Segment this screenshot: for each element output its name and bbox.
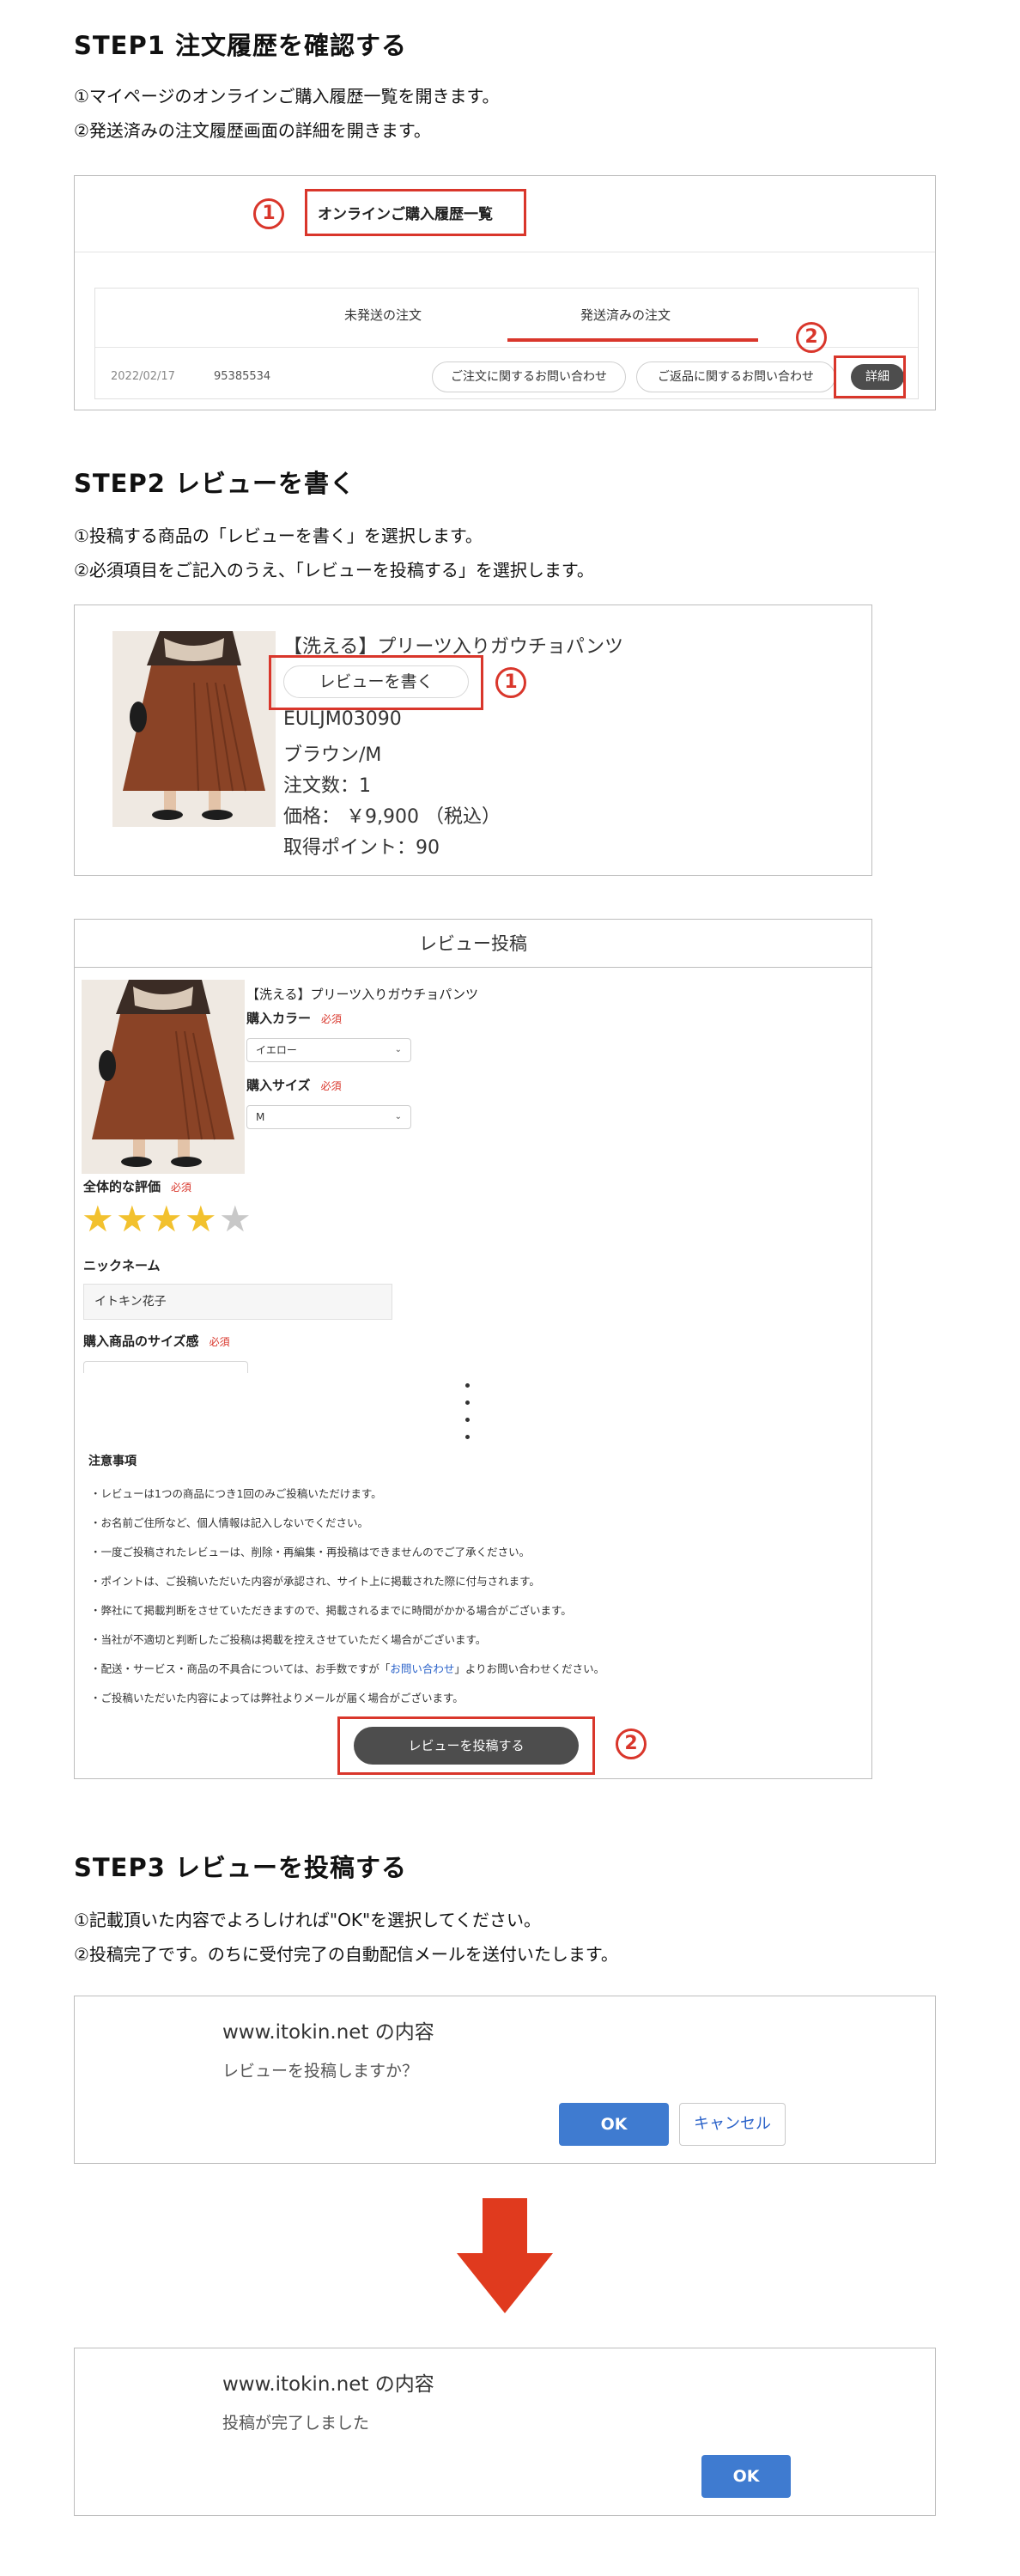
fit-select-cropped[interactable]: [83, 1361, 248, 1373]
notice-item: ・弊社にて掲載判断をさせていただきますので、掲載されるまでに時間がかかる場合がご…: [90, 1604, 572, 1617]
cancel-button[interactable]: キャンセル: [679, 2103, 786, 2146]
step2-heading: STEP2 レビューを書く: [74, 469, 356, 498]
rating-label-text: 全体的な評価: [83, 1179, 161, 1194]
highlight-submit-button: [337, 1716, 595, 1775]
notice-item-contact: ・配送・サービス・商品の不具合については、お手数ですが「お問い合わせ」よりお問い…: [90, 1660, 604, 1676]
history-title: オンラインご購入履歴一覧: [318, 206, 493, 223]
star-icon[interactable]: ★: [116, 1201, 149, 1237]
nickname-field-label: ニックネーム: [83, 1258, 161, 1273]
notice-item: ・ポイントは、ご投稿いただいた内容が承認され、サイト上に掲載された際に付与されま…: [90, 1575, 540, 1588]
product-price: 価格： ￥9,900 （税込）: [283, 806, 501, 828]
size-select[interactable]: M ⌄: [246, 1105, 411, 1129]
tab-shipped[interactable]: 発送済みの注文: [580, 306, 671, 324]
star-icon[interactable]: ★: [150, 1201, 183, 1237]
size-select-value: M: [256, 1111, 265, 1123]
rating-field-label: 全体的な評価 必須: [83, 1177, 191, 1195]
form-product-photo-illustration: [82, 980, 245, 1174]
product-points: 取得ポイント：90: [283, 837, 440, 859]
step1-heading: STEP1 注文履歴を確認する: [74, 31, 408, 60]
crop-edge: [75, 1375, 871, 1376]
order-list: 未発送の注文 発送済みの注文 2022/02/17 95385534 ご注文に関…: [94, 288, 919, 399]
active-tab-indicator: [507, 338, 758, 342]
ellipsis-dots-icon: [465, 1435, 470, 1439]
down-arrow-graphic: [457, 2198, 553, 2313]
review-form-title: レビュー投稿: [75, 920, 871, 968]
dialog-message: レビューを投稿しますか？: [222, 2062, 419, 2081]
marker-1: 1: [253, 198, 284, 229]
product-code: EULJM03090: [283, 708, 402, 730]
order-number: 95385534: [214, 370, 271, 383]
product-quantity: 注文数：1: [283, 775, 371, 797]
divider: [95, 347, 918, 348]
completion-dialog: www.itokin.net の内容 投稿が完了しました OK: [74, 2348, 936, 2516]
tab-unshipped[interactable]: 未発送の注文: [344, 306, 422, 324]
product-color-size: ブラウン/M: [283, 744, 382, 766]
confirm-dialog: www.itokin.net の内容 レビューを投稿しますか？ OK キャンセル: [74, 1996, 936, 2164]
notice-title: 注意事項: [88, 1455, 137, 1468]
ellipsis-dots-icon: [465, 1418, 470, 1422]
color-select-value: イエロー: [256, 1044, 297, 1056]
color-label-text: 購入カラー: [246, 1011, 312, 1026]
marker-1: 1: [495, 667, 526, 698]
rating-stars[interactable]: ★ ★ ★ ★ ★: [82, 1201, 270, 1241]
product-image: [112, 631, 276, 827]
step3-instruction-1: ①記載頂いた内容でよろしければ"OK"を選択してください。: [74, 1910, 541, 1930]
step1-instruction-1: ①マイページのオンラインご購入履歴一覧を開きます。: [74, 86, 500, 106]
notice-item: ・お名前ご住所など、個人情報は記入しないでください。: [90, 1516, 369, 1529]
color-field-label: 購入カラー 必須: [246, 1009, 342, 1027]
marker-2: 2: [796, 322, 827, 353]
size-label-text: 購入サイズ: [246, 1078, 311, 1093]
step1-instruction-2: ②発送済みの注文履歴画面の詳細を開きます。: [74, 120, 431, 141]
form-product-name: 【洗える】プリーツ入りガウチョパンツ: [246, 987, 479, 1002]
ellipsis-dots-icon: [465, 1383, 470, 1388]
order-history-screenshot: 1 オンラインご購入履歴一覧 未発送の注文 発送済みの注文 2022/02/17…: [74, 175, 936, 410]
product-card-screenshot: 【洗える】プリーツ入りガウチョパンツ レビューを書く 1 EULJM03090 …: [74, 605, 872, 876]
notice-text: 」よりお問い合わせください。: [454, 1662, 605, 1675]
fit-label-text: 購入商品のサイズ感: [83, 1334, 199, 1349]
notice-list: ・レビューは1つの商品につき1回のみご投稿いただけます。 ・お名前ご住所など、個…: [90, 1485, 604, 1718]
notice-item: ・一度ご投稿されたレビューは、削除・再編集・再投稿はできませんのでご了承ください…: [90, 1546, 531, 1558]
marker-2: 2: [616, 1728, 647, 1759]
step2-instruction-1: ①投稿する商品の「レビューを書く」を選択します。: [74, 526, 483, 546]
required-badge: 必須: [171, 1182, 192, 1194]
notice-text: ・配送・サービス・商品の不具合については、お手数ですが「: [90, 1662, 391, 1675]
review-form-screenshot: レビュー投稿 【洗える】プリーツ入りガウチョパンツ 購入カラー 必須 イエロー ⌄ …: [74, 919, 872, 1779]
ellipsis-dots-icon: [465, 1400, 470, 1405]
notice-item: ・ご投稿いただいた内容によっては弊社よりメールが届く場合がございます。: [90, 1692, 464, 1704]
notice-item: ・当社が不適切と判断したご投稿は掲載を控えさせていただく場合がございます。: [90, 1633, 487, 1646]
down-arrow-icon: [457, 2198, 553, 2313]
color-select[interactable]: イエロー ⌄: [246, 1038, 411, 1062]
step3-heading: STEP3 レビューを投稿する: [74, 1853, 408, 1882]
step2-instruction-2: ②必須項目をご記入のうえ、「レビューを投稿する」を選択します。: [74, 560, 594, 580]
chevron-down-icon: ⌄: [394, 1112, 402, 1121]
dialog-host: www.itokin.net の内容: [222, 2373, 434, 2396]
ok-button[interactable]: OK: [559, 2103, 669, 2146]
required-badge: 必須: [209, 1336, 230, 1348]
dialog-message: 投稿が完了しました: [222, 2414, 370, 2433]
contact-link[interactable]: お問い合わせ: [390, 1662, 454, 1675]
nickname-input[interactable]: イトキン花子: [83, 1284, 392, 1320]
form-product-image: [82, 980, 245, 1174]
highlight-detail-button: [834, 355, 906, 398]
return-inquiry-button[interactable]: ご返品に関するお問い合わせ: [636, 361, 835, 392]
notice-item: ・レビューは1つの商品につき1回のみご投稿いただけます。: [90, 1487, 382, 1500]
ok-button[interactable]: OK: [701, 2455, 791, 2498]
order-date: 2022/02/17: [111, 370, 175, 383]
required-badge: 必須: [320, 1080, 342, 1092]
fit-field-label: 購入商品のサイズ感 必須: [83, 1332, 230, 1350]
required-badge: 必須: [321, 1013, 343, 1025]
size-field-label: 購入サイズ 必須: [246, 1076, 342, 1094]
dialog-host: www.itokin.net の内容: [222, 2021, 434, 2044]
star-icon[interactable]: ★: [82, 1201, 114, 1237]
star-icon[interactable]: ★: [219, 1201, 252, 1237]
order-inquiry-button[interactable]: ご注文に関するお問い合わせ: [432, 361, 626, 392]
chevron-down-icon: ⌄: [394, 1045, 402, 1054]
step3-instruction-2: ②投稿完了です。のちに受付完了の自動配信メールを送付いたします。: [74, 1944, 618, 1965]
star-icon[interactable]: ★: [185, 1201, 217, 1237]
product-photo-illustration: [112, 631, 276, 827]
highlight-write-review: [269, 655, 483, 710]
